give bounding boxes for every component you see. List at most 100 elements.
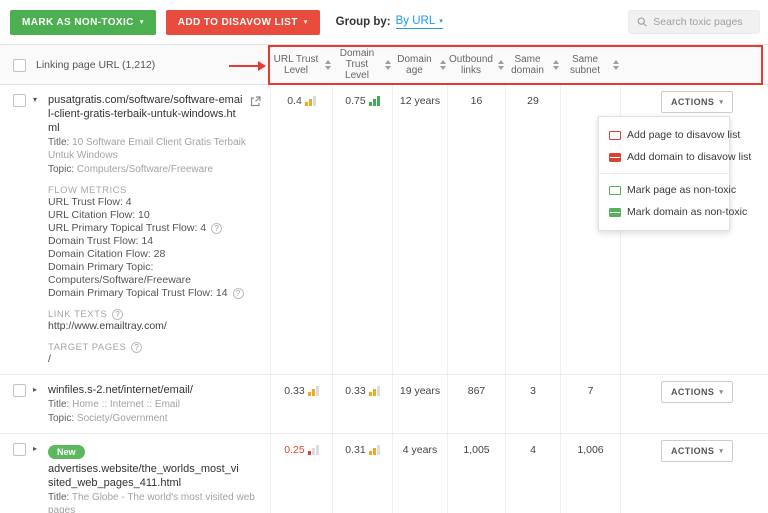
- domain-age-cell: 19 years: [392, 375, 447, 433]
- domain-age-cell: 12 years: [392, 85, 447, 374]
- column-header-domain-age[interactable]: Domain age: [392, 45, 447, 84]
- menu-item-mark-domain-non-toxic[interactable]: Mark domain as non-toxic: [599, 201, 747, 223]
- metric-url-citation-flow: URL Citation Flow: 10: [48, 209, 150, 221]
- search-input[interactable]: [653, 16, 751, 28]
- outbound-links-cell: 1,005: [447, 434, 505, 513]
- chevron-down-icon: ▾: [719, 389, 724, 396]
- column-header-url-trust[interactable]: URL Trust Level: [270, 45, 332, 84]
- row-checkbox[interactable]: [13, 443, 26, 456]
- trust-bars-icon: [368, 445, 380, 455]
- domain-trust-level-cell: 0.31: [332, 434, 392, 513]
- title-label: Title:: [48, 137, 70, 148]
- page-title: Home :: Internet :: Email: [72, 399, 180, 410]
- actions-button[interactable]: ACTIONS ▾: [661, 381, 734, 403]
- link-texts-section-label: LINK TEXTS ?: [48, 309, 262, 320]
- table-row: ▸ winfiles.s-2.net/internet/email/ Title…: [0, 375, 768, 434]
- chevron-down-icon: ▾: [439, 18, 443, 25]
- group-by-control: Group by: By URL ▾: [336, 15, 443, 29]
- outbound-links-cell: 867: [447, 375, 505, 433]
- column-header-outbound-links[interactable]: Outbound links: [447, 45, 505, 84]
- sort-icon[interactable]: [613, 59, 619, 70]
- actions-button[interactable]: ACTIONS ▾: [661, 440, 734, 462]
- domain-nontoxic-icon: [609, 207, 621, 217]
- sort-icon[interactable]: [440, 59, 446, 70]
- chevron-down-icon: ▾: [139, 19, 144, 26]
- topic-label: Topic:: [48, 164, 75, 175]
- trust-bars-icon: [368, 96, 380, 106]
- outbound-links-cell: 16: [447, 85, 505, 374]
- sort-icon[interactable]: [498, 59, 504, 70]
- same-domain-cell: 4: [505, 434, 560, 513]
- chevron-down-icon: ▾: [719, 99, 724, 106]
- external-link-icon[interactable]: [250, 94, 261, 112]
- domain-disavow-icon: [609, 152, 621, 162]
- new-badge: New: [48, 445, 85, 459]
- same-subnet-cell: 7: [560, 375, 620, 433]
- select-all-checkbox[interactable]: [13, 58, 26, 72]
- column-header-same-subnet[interactable]: Same subnet: [560, 45, 620, 84]
- linking-page-url-header: Linking page URL (1,212): [36, 58, 156, 71]
- collapse-row-icon[interactable]: ▾: [33, 95, 41, 104]
- row-checkbox[interactable]: [13, 94, 26, 107]
- same-domain-cell: 29: [505, 85, 560, 374]
- row-checkbox[interactable]: [13, 384, 26, 397]
- url-trust-level-cell: 0.4: [270, 85, 332, 374]
- trust-bars-icon: [368, 386, 380, 396]
- metric-domain-citation-flow: Domain Citation Flow: 28: [48, 248, 166, 260]
- page-title: The Globe - The world's most visited web…: [48, 492, 255, 513]
- same-subnet-cell: 1,006: [560, 434, 620, 513]
- domain-trust-level-cell: 0.75: [332, 85, 392, 374]
- page-nontoxic-icon: [609, 185, 621, 195]
- page-topic: Computers/Software/Freeware: [76, 164, 214, 175]
- help-icon[interactable]: ?: [211, 223, 223, 234]
- linking-page-url[interactable]: winfiles.s-2.net/internet/email/: [48, 383, 262, 397]
- menu-item-add-domain-to-disavow[interactable]: Add domain to disavow list: [599, 146, 751, 168]
- domain-age-cell: 4 years: [392, 434, 447, 513]
- menu-item-mark-page-non-toxic[interactable]: Mark page as non-toxic: [599, 179, 736, 201]
- page-topic: Society/Government: [76, 413, 168, 424]
- target-pages-section-label: TARGET PAGES ?: [48, 342, 262, 353]
- target-page-value: /: [48, 353, 51, 365]
- metric-url-trust-flow: URL Trust Flow: 4: [48, 196, 132, 208]
- toolbar: MARK AS NON-TOXIC ▾ ADD TO DISAVOW LIST …: [0, 0, 768, 44]
- add-to-disavow-label: ADD TO DISAVOW LIST: [177, 16, 298, 28]
- table-row: ▾ pusatgratis.com/software/software-emai…: [0, 85, 768, 375]
- group-by-url-dropdown[interactable]: By URL ▾: [395, 15, 443, 29]
- add-to-disavow-button[interactable]: ADD TO DISAVOW LIST ▾: [165, 9, 320, 35]
- help-icon[interactable]: ?: [232, 288, 244, 299]
- metric-url-primary-topical-trust-flow: URL Primary Topical Trust Flow: 4 ?: [48, 222, 262, 235]
- search-box[interactable]: [628, 10, 760, 34]
- column-header-domain-trust[interactable]: Domain Trust Level: [332, 45, 392, 84]
- domain-trust-level-cell: 0.33: [332, 375, 392, 433]
- help-icon[interactable]: ?: [112, 309, 124, 320]
- table-header: Linking page URL (1,212) URL Trust Level…: [0, 44, 768, 85]
- search-icon: [637, 17, 647, 27]
- actions-dropdown-menu: Add page to disavow list Add domain to d…: [598, 116, 751, 231]
- mark-non-toxic-button[interactable]: MARK AS NON-TOXIC ▾: [10, 9, 156, 35]
- menu-divider: [599, 173, 729, 174]
- metric-domain-primary-topic: Domain Primary Topic: Computers/Software…: [48, 261, 191, 286]
- column-header-same-domain[interactable]: Same domain: [505, 45, 560, 84]
- metric-domain-trust-flow: Domain Trust Flow: 14: [48, 235, 154, 247]
- help-icon[interactable]: ?: [131, 342, 143, 353]
- backlink-audit-app: MARK AS NON-TOXIC ▾ ADD TO DISAVOW LIST …: [0, 0, 768, 513]
- actions-button[interactable]: ACTIONS ▾: [661, 91, 734, 113]
- chevron-down-icon: ▾: [719, 448, 724, 455]
- expand-row-icon[interactable]: ▸: [33, 444, 41, 453]
- linking-page-url[interactable]: pusatgratis.com/software/software-email-…: [48, 93, 262, 135]
- trust-bars-icon: [304, 96, 316, 106]
- sort-icon[interactable]: [385, 59, 391, 70]
- flow-metrics-section-label: FLOW METRICS: [48, 185, 127, 196]
- trust-bars-icon: [307, 445, 319, 455]
- sort-icon[interactable]: [553, 59, 559, 70]
- group-by-value: By URL: [395, 15, 436, 27]
- expand-row-icon[interactable]: ▸: [33, 385, 41, 394]
- trust-bars-icon: [307, 386, 319, 396]
- menu-item-add-page-to-disavow[interactable]: Add page to disavow list: [599, 124, 740, 146]
- same-domain-cell: 3: [505, 375, 560, 433]
- linking-page-url[interactable]: advertises.website/the_worlds_most_visit…: [48, 462, 262, 490]
- sort-icon[interactable]: [325, 59, 331, 70]
- url-trust-level-cell: 0.33: [270, 375, 332, 433]
- mark-non-toxic-label: MARK AS NON-TOXIC: [22, 16, 134, 28]
- page-disavow-icon: [609, 130, 621, 140]
